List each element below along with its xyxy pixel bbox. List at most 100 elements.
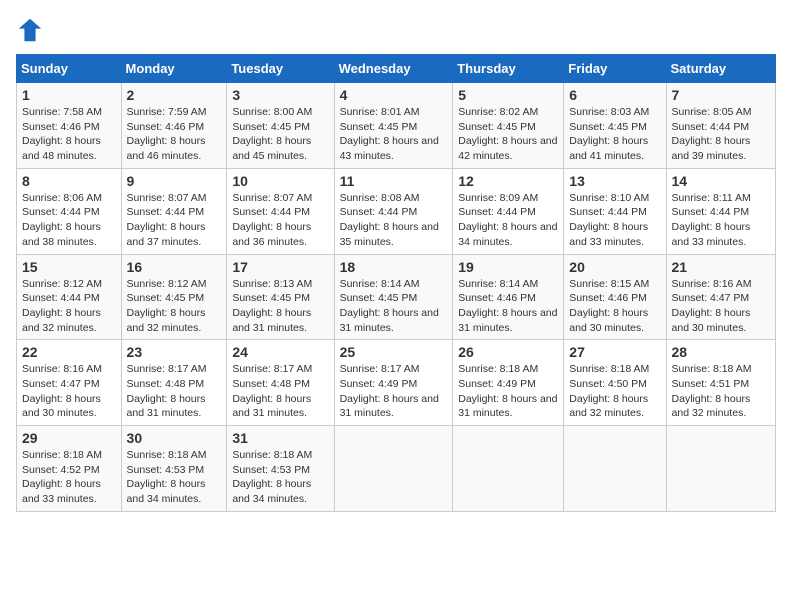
week-row-5: 29 Sunrise: 8:18 AM Sunset: 4:52 PM Dayl…: [17, 426, 776, 512]
day-info: Sunrise: 8:07 AM Sunset: 4:44 PM Dayligh…: [232, 191, 328, 250]
day-number: 16: [127, 259, 222, 275]
day-info: Sunrise: 8:17 AM Sunset: 4:48 PM Dayligh…: [127, 362, 222, 421]
day-info: Sunrise: 8:11 AM Sunset: 4:44 PM Dayligh…: [672, 191, 770, 250]
day-cell: 5 Sunrise: 8:02 AM Sunset: 4:45 PM Dayli…: [453, 83, 564, 169]
day-info: Sunrise: 8:01 AM Sunset: 4:45 PM Dayligh…: [340, 105, 448, 164]
day-cell: 8 Sunrise: 8:06 AM Sunset: 4:44 PM Dayli…: [17, 168, 122, 254]
day-cell: 13 Sunrise: 8:10 AM Sunset: 4:44 PM Dayl…: [564, 168, 666, 254]
day-info: Sunrise: 7:58 AM Sunset: 4:46 PM Dayligh…: [22, 105, 116, 164]
day-cell: [453, 426, 564, 512]
day-cell: [564, 426, 666, 512]
day-number: 28: [672, 344, 770, 360]
logo: [16, 16, 48, 44]
day-number: 5: [458, 87, 558, 103]
day-info: Sunrise: 8:18 AM Sunset: 4:53 PM Dayligh…: [127, 448, 222, 507]
day-cell: 20 Sunrise: 8:15 AM Sunset: 4:46 PM Dayl…: [564, 254, 666, 340]
day-number: 21: [672, 259, 770, 275]
col-header-thursday: Thursday: [453, 55, 564, 83]
day-info: Sunrise: 8:16 AM Sunset: 4:47 PM Dayligh…: [22, 362, 116, 421]
day-number: 1: [22, 87, 116, 103]
day-info: Sunrise: 8:17 AM Sunset: 4:48 PM Dayligh…: [232, 362, 328, 421]
col-header-wednesday: Wednesday: [334, 55, 453, 83]
day-number: 11: [340, 173, 448, 189]
day-info: Sunrise: 8:18 AM Sunset: 4:50 PM Dayligh…: [569, 362, 660, 421]
day-info: Sunrise: 8:12 AM Sunset: 4:44 PM Dayligh…: [22, 277, 116, 336]
day-info: Sunrise: 8:15 AM Sunset: 4:46 PM Dayligh…: [569, 277, 660, 336]
day-number: 3: [232, 87, 328, 103]
day-number: 26: [458, 344, 558, 360]
day-info: Sunrise: 8:08 AM Sunset: 4:44 PM Dayligh…: [340, 191, 448, 250]
day-cell: 21 Sunrise: 8:16 AM Sunset: 4:47 PM Dayl…: [666, 254, 775, 340]
day-info: Sunrise: 7:59 AM Sunset: 4:46 PM Dayligh…: [127, 105, 222, 164]
day-cell: 11 Sunrise: 8:08 AM Sunset: 4:44 PM Dayl…: [334, 168, 453, 254]
day-info: Sunrise: 8:18 AM Sunset: 4:52 PM Dayligh…: [22, 448, 116, 507]
day-cell: 12 Sunrise: 8:09 AM Sunset: 4:44 PM Dayl…: [453, 168, 564, 254]
day-info: Sunrise: 8:03 AM Sunset: 4:45 PM Dayligh…: [569, 105, 660, 164]
day-info: Sunrise: 8:00 AM Sunset: 4:45 PM Dayligh…: [232, 105, 328, 164]
week-row-4: 22 Sunrise: 8:16 AM Sunset: 4:47 PM Dayl…: [17, 340, 776, 426]
day-info: Sunrise: 8:07 AM Sunset: 4:44 PM Dayligh…: [127, 191, 222, 250]
day-cell: 1 Sunrise: 7:58 AM Sunset: 4:46 PM Dayli…: [17, 83, 122, 169]
col-header-saturday: Saturday: [666, 55, 775, 83]
day-cell: [666, 426, 775, 512]
day-number: 18: [340, 259, 448, 275]
day-number: 14: [672, 173, 770, 189]
day-cell: 27 Sunrise: 8:18 AM Sunset: 4:50 PM Dayl…: [564, 340, 666, 426]
day-cell: 3 Sunrise: 8:00 AM Sunset: 4:45 PM Dayli…: [227, 83, 334, 169]
day-cell: 23 Sunrise: 8:17 AM Sunset: 4:48 PM Dayl…: [121, 340, 227, 426]
day-info: Sunrise: 8:02 AM Sunset: 4:45 PM Dayligh…: [458, 105, 558, 164]
day-info: Sunrise: 8:14 AM Sunset: 4:46 PM Dayligh…: [458, 277, 558, 336]
day-cell: 9 Sunrise: 8:07 AM Sunset: 4:44 PM Dayli…: [121, 168, 227, 254]
day-number: 13: [569, 173, 660, 189]
day-cell: [334, 426, 453, 512]
col-header-friday: Friday: [564, 55, 666, 83]
day-info: Sunrise: 8:16 AM Sunset: 4:47 PM Dayligh…: [672, 277, 770, 336]
day-cell: 2 Sunrise: 7:59 AM Sunset: 4:46 PM Dayli…: [121, 83, 227, 169]
day-number: 25: [340, 344, 448, 360]
calendar-table: SundayMondayTuesdayWednesdayThursdayFrid…: [16, 54, 776, 512]
day-cell: 16 Sunrise: 8:12 AM Sunset: 4:45 PM Dayl…: [121, 254, 227, 340]
day-number: 20: [569, 259, 660, 275]
day-cell: 29 Sunrise: 8:18 AM Sunset: 4:52 PM Dayl…: [17, 426, 122, 512]
day-cell: 31 Sunrise: 8:18 AM Sunset: 4:53 PM Dayl…: [227, 426, 334, 512]
col-header-sunday: Sunday: [17, 55, 122, 83]
day-cell: 30 Sunrise: 8:18 AM Sunset: 4:53 PM Dayl…: [121, 426, 227, 512]
day-cell: 4 Sunrise: 8:01 AM Sunset: 4:45 PM Dayli…: [334, 83, 453, 169]
day-number: 24: [232, 344, 328, 360]
day-number: 6: [569, 87, 660, 103]
day-info: Sunrise: 8:13 AM Sunset: 4:45 PM Dayligh…: [232, 277, 328, 336]
day-info: Sunrise: 8:10 AM Sunset: 4:44 PM Dayligh…: [569, 191, 660, 250]
day-cell: 15 Sunrise: 8:12 AM Sunset: 4:44 PM Dayl…: [17, 254, 122, 340]
day-number: 15: [22, 259, 116, 275]
day-number: 10: [232, 173, 328, 189]
day-info: Sunrise: 8:05 AM Sunset: 4:44 PM Dayligh…: [672, 105, 770, 164]
day-cell: 22 Sunrise: 8:16 AM Sunset: 4:47 PM Dayl…: [17, 340, 122, 426]
day-number: 8: [22, 173, 116, 189]
day-number: 9: [127, 173, 222, 189]
day-cell: 25 Sunrise: 8:17 AM Sunset: 4:49 PM Dayl…: [334, 340, 453, 426]
day-info: Sunrise: 8:09 AM Sunset: 4:44 PM Dayligh…: [458, 191, 558, 250]
header-row: SundayMondayTuesdayWednesdayThursdayFrid…: [17, 55, 776, 83]
day-cell: 7 Sunrise: 8:05 AM Sunset: 4:44 PM Dayli…: [666, 83, 775, 169]
day-number: 23: [127, 344, 222, 360]
day-cell: 10 Sunrise: 8:07 AM Sunset: 4:44 PM Dayl…: [227, 168, 334, 254]
col-header-tuesday: Tuesday: [227, 55, 334, 83]
header: [16, 16, 776, 44]
day-number: 7: [672, 87, 770, 103]
day-cell: 28 Sunrise: 8:18 AM Sunset: 4:51 PM Dayl…: [666, 340, 775, 426]
day-cell: 18 Sunrise: 8:14 AM Sunset: 4:45 PM Dayl…: [334, 254, 453, 340]
day-cell: 17 Sunrise: 8:13 AM Sunset: 4:45 PM Dayl…: [227, 254, 334, 340]
day-number: 31: [232, 430, 328, 446]
week-row-3: 15 Sunrise: 8:12 AM Sunset: 4:44 PM Dayl…: [17, 254, 776, 340]
day-info: Sunrise: 8:14 AM Sunset: 4:45 PM Dayligh…: [340, 277, 448, 336]
week-row-2: 8 Sunrise: 8:06 AM Sunset: 4:44 PM Dayli…: [17, 168, 776, 254]
day-info: Sunrise: 8:17 AM Sunset: 4:49 PM Dayligh…: [340, 362, 448, 421]
day-info: Sunrise: 8:18 AM Sunset: 4:53 PM Dayligh…: [232, 448, 328, 507]
day-cell: 6 Sunrise: 8:03 AM Sunset: 4:45 PM Dayli…: [564, 83, 666, 169]
day-number: 12: [458, 173, 558, 189]
day-number: 27: [569, 344, 660, 360]
day-number: 29: [22, 430, 116, 446]
logo-icon: [16, 16, 44, 44]
day-cell: 24 Sunrise: 8:17 AM Sunset: 4:48 PM Dayl…: [227, 340, 334, 426]
week-row-1: 1 Sunrise: 7:58 AM Sunset: 4:46 PM Dayli…: [17, 83, 776, 169]
